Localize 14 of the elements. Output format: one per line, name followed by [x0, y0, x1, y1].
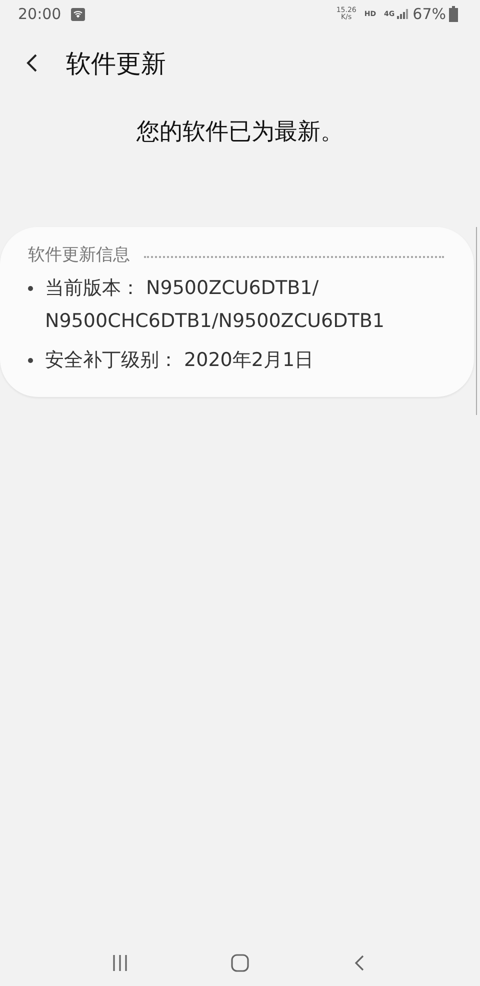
battery-icon [449, 6, 458, 22]
home-icon[interactable] [231, 954, 249, 972]
bullet-icon [28, 286, 33, 291]
status-time: 20:00 [18, 5, 62, 23]
recent-apps-icon[interactable] [111, 954, 129, 972]
page-title: 软件更新 [66, 48, 166, 80]
info-text: 当前版本： N9500ZCU6DTB1/ N9500CHC6DTB1/N9500ZCU6DTB1 [45, 276, 384, 334]
section-title: 软件更新信息 [28, 244, 130, 266]
battery-percent: 67% [412, 5, 446, 23]
signal-icon [396, 9, 409, 19]
wifi-icon [71, 8, 86, 20]
info-text: 安全补丁级别： 2020年2月1日 [45, 348, 314, 373]
status-message: 您的软件已为最新。 [136, 118, 344, 147]
bullet-icon [28, 358, 33, 363]
